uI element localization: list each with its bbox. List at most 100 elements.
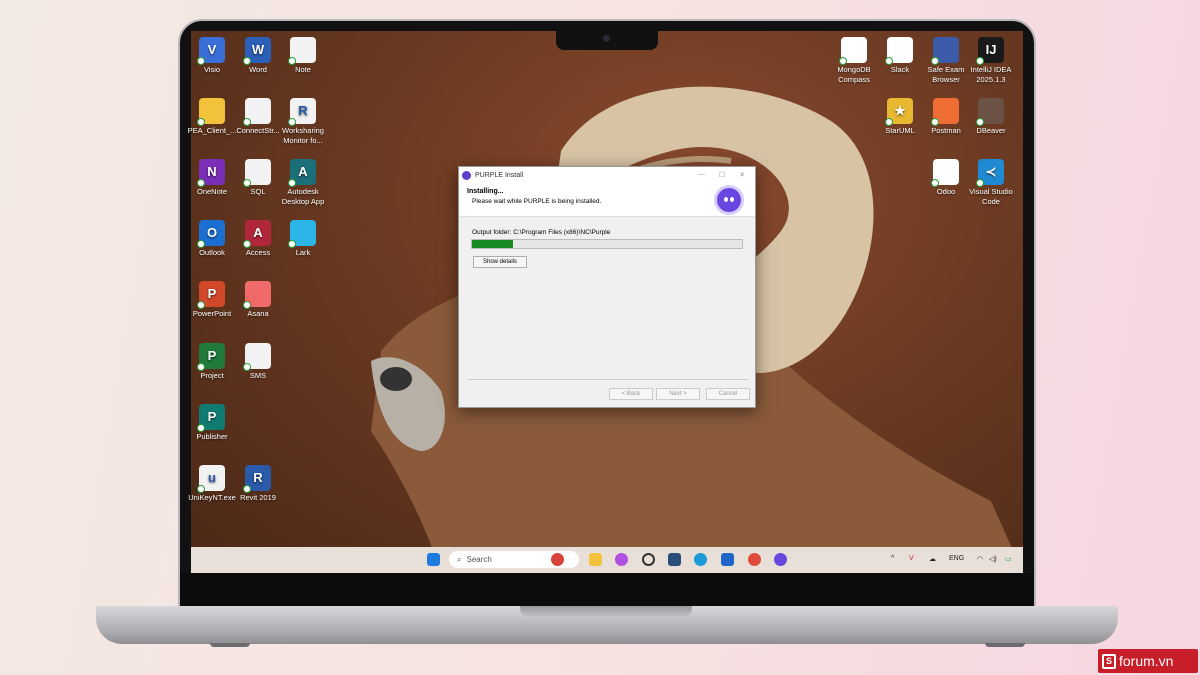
desktop-icon-revit-2019[interactable]: R Revit 2019 [233, 465, 283, 503]
desktop-icon-slack[interactable]: Slack [875, 37, 925, 75]
desktop-icon-label: PowerPoint [192, 309, 232, 318]
desktop-icon-outlook[interactable]: O Outlook [187, 220, 237, 258]
desktop-icon-project[interactable]: P Project [187, 343, 237, 381]
desktop-icon-label: IntelliJ IDEA 2025.1.3 [970, 65, 1012, 84]
purple-taskbar-icon[interactable] [774, 553, 787, 566]
safe-exam-browser-icon [931, 37, 959, 65]
output-folder-text: Output folder: C:\Program Files (x86)\NC… [472, 229, 611, 236]
teams-icon[interactable] [721, 553, 734, 566]
desktop-icon-publisher[interactable]: P Publisher [187, 404, 237, 442]
copilot-icon[interactable] [615, 553, 628, 566]
desktop-icon-label: Visual Studio Code [969, 187, 1013, 206]
maximize-icon: ☐ [718, 172, 726, 179]
store-icon[interactable] [668, 553, 681, 566]
network-app-icon[interactable]: ☁ [929, 555, 936, 563]
sync-check-icon [976, 57, 984, 65]
sync-check-icon [839, 57, 847, 65]
desktop-icon-label: Revit 2019 [240, 493, 276, 502]
desktop-icon-label: DBeaver [976, 126, 1006, 135]
sync-check-icon [288, 240, 296, 248]
next-button[interactable]: Next > [656, 388, 700, 400]
desktop-icon-access[interactable]: A Access [233, 220, 283, 258]
file-explorer-icon[interactable] [589, 553, 602, 566]
desktop-icon-label: Project [200, 371, 224, 380]
desktop-icon-dbeaver[interactable]: DBeaver [966, 98, 1016, 136]
desktop-icon-mongodb-compass[interactable]: MongoDB Compass [829, 37, 879, 85]
sync-check-icon [288, 57, 296, 65]
language-indicator[interactable]: ENG [949, 555, 964, 562]
desktop-icon-visual-studio-code[interactable]: ≺ Visual Studio Code [966, 159, 1016, 207]
desktop-icon-lark[interactable]: Lark [278, 220, 328, 258]
revit-2019-icon: R [243, 465, 271, 493]
desktop-icon-connectstr[interactable]: ConnectStr... [233, 98, 283, 136]
desktop-icon-postman[interactable]: Postman [921, 98, 971, 136]
word-icon: W [243, 37, 271, 65]
show-details-button[interactable]: Show details [473, 256, 527, 268]
close-icon[interactable]: ✕ [739, 171, 745, 179]
unikeynt-exe-icon: u [197, 465, 225, 493]
unikey-tray-icon[interactable]: V [909, 555, 914, 562]
desktop-icon-worksharing-monitor-fo[interactable]: R Worksharing Monitor fo... [278, 98, 328, 146]
purple-app-icon [462, 170, 471, 180]
desktop-icon-sms[interactable]: SMS [233, 343, 283, 381]
desktop-icon-powerpoint[interactable]: P PowerPoint [187, 281, 237, 319]
project-icon: P [197, 343, 225, 371]
watermark-text: forum.vn [1119, 653, 1174, 669]
pea-client-icon [197, 98, 225, 126]
desktop-icon-intellij-idea-2025-1-3[interactable]: IJ IntelliJ IDEA 2025.1.3 [966, 37, 1016, 85]
desktop-icon-label: Safe Exam Browser [927, 65, 965, 84]
autodesk-desktop-app-icon: A [288, 159, 316, 187]
desktop-icon-note[interactable]: Note [278, 37, 328, 75]
desktop-icon-visio[interactable]: V Visio [187, 37, 237, 75]
tray-chevron-icon[interactable]: ^ [891, 555, 894, 562]
install-progress-bar [471, 239, 743, 249]
battery-icon[interactable]: ▭ [1005, 555, 1012, 563]
laptop-foot-right [985, 643, 1025, 647]
edge-icon[interactable] [694, 553, 707, 566]
sync-check-icon [885, 118, 893, 126]
lark-icon [288, 220, 316, 248]
desktop-icon-staruml[interactable]: ★ StarUML [875, 98, 925, 136]
desktop-icon-odoo[interactable]: Odoo [921, 159, 971, 197]
desktop-icon-onenote[interactable]: N OneNote [187, 159, 237, 197]
cancel-button[interactable]: Cancel [706, 388, 750, 400]
asana-icon [243, 281, 271, 309]
circle-app-icon[interactable] [642, 553, 655, 566]
desktop-icon-label: Slack [890, 65, 910, 74]
desktop-icon-word[interactable]: W Word [233, 37, 283, 75]
back-button[interactable]: < Back [609, 388, 653, 400]
desktop-icon-label: MongoDB Compass [837, 65, 871, 84]
sync-check-icon [931, 179, 939, 187]
sync-check-icon [243, 485, 251, 493]
taskbar: ⌕ Search ^ V ☁ ENG ◠ ◁) ▭ [191, 547, 1023, 573]
worksharing-monitor-fo-icon: R [288, 98, 316, 126]
note-icon [288, 37, 316, 65]
laptop-chin [180, 573, 1034, 607]
desktop-icon-asana[interactable]: Asana [233, 281, 283, 319]
installer-subheading: Please wait while PURPLE is being instal… [472, 198, 602, 205]
install-progress-fill [472, 240, 513, 248]
widget-icon[interactable] [551, 553, 564, 566]
desktop-icon-safe-exam-browser[interactable]: Safe Exam Browser [921, 37, 971, 85]
desktop-icon-unikeynt-exe[interactable]: u UniKeyNT.exe [187, 465, 237, 503]
sync-check-icon [976, 179, 984, 187]
volume-icon[interactable]: ◁) [989, 555, 997, 563]
desktop-icon-autodesk-desktop-app[interactable]: A Autodesk Desktop App [278, 159, 328, 207]
start-icon[interactable] [427, 553, 440, 566]
minimize-icon[interactable]: — [698, 171, 705, 179]
installer-titlebar[interactable]: PURPLE Install — ☐ ✕ [459, 167, 755, 183]
desktop-icon-label: ConnectStr... [236, 126, 280, 135]
connectstr-icon [243, 98, 271, 126]
sync-check-icon [197, 301, 205, 309]
desktop-icon-pea-client[interactable]: PEA_Client_... [187, 98, 237, 136]
onenote-icon: N [197, 159, 225, 187]
desktop-icon-sql[interactable]: SQL [233, 159, 283, 197]
wifi-icon[interactable]: ◠ [977, 555, 983, 563]
desktop-icon-label: Odoo [936, 187, 956, 196]
dbeaver-icon [976, 98, 1004, 126]
desktop-icon-label: Worksharing Monitor fo... [282, 126, 324, 145]
sync-check-icon [288, 179, 296, 187]
chrome-icon[interactable] [748, 553, 761, 566]
desktop-icon-label: Word [249, 65, 267, 74]
visio-icon: V [197, 37, 225, 65]
